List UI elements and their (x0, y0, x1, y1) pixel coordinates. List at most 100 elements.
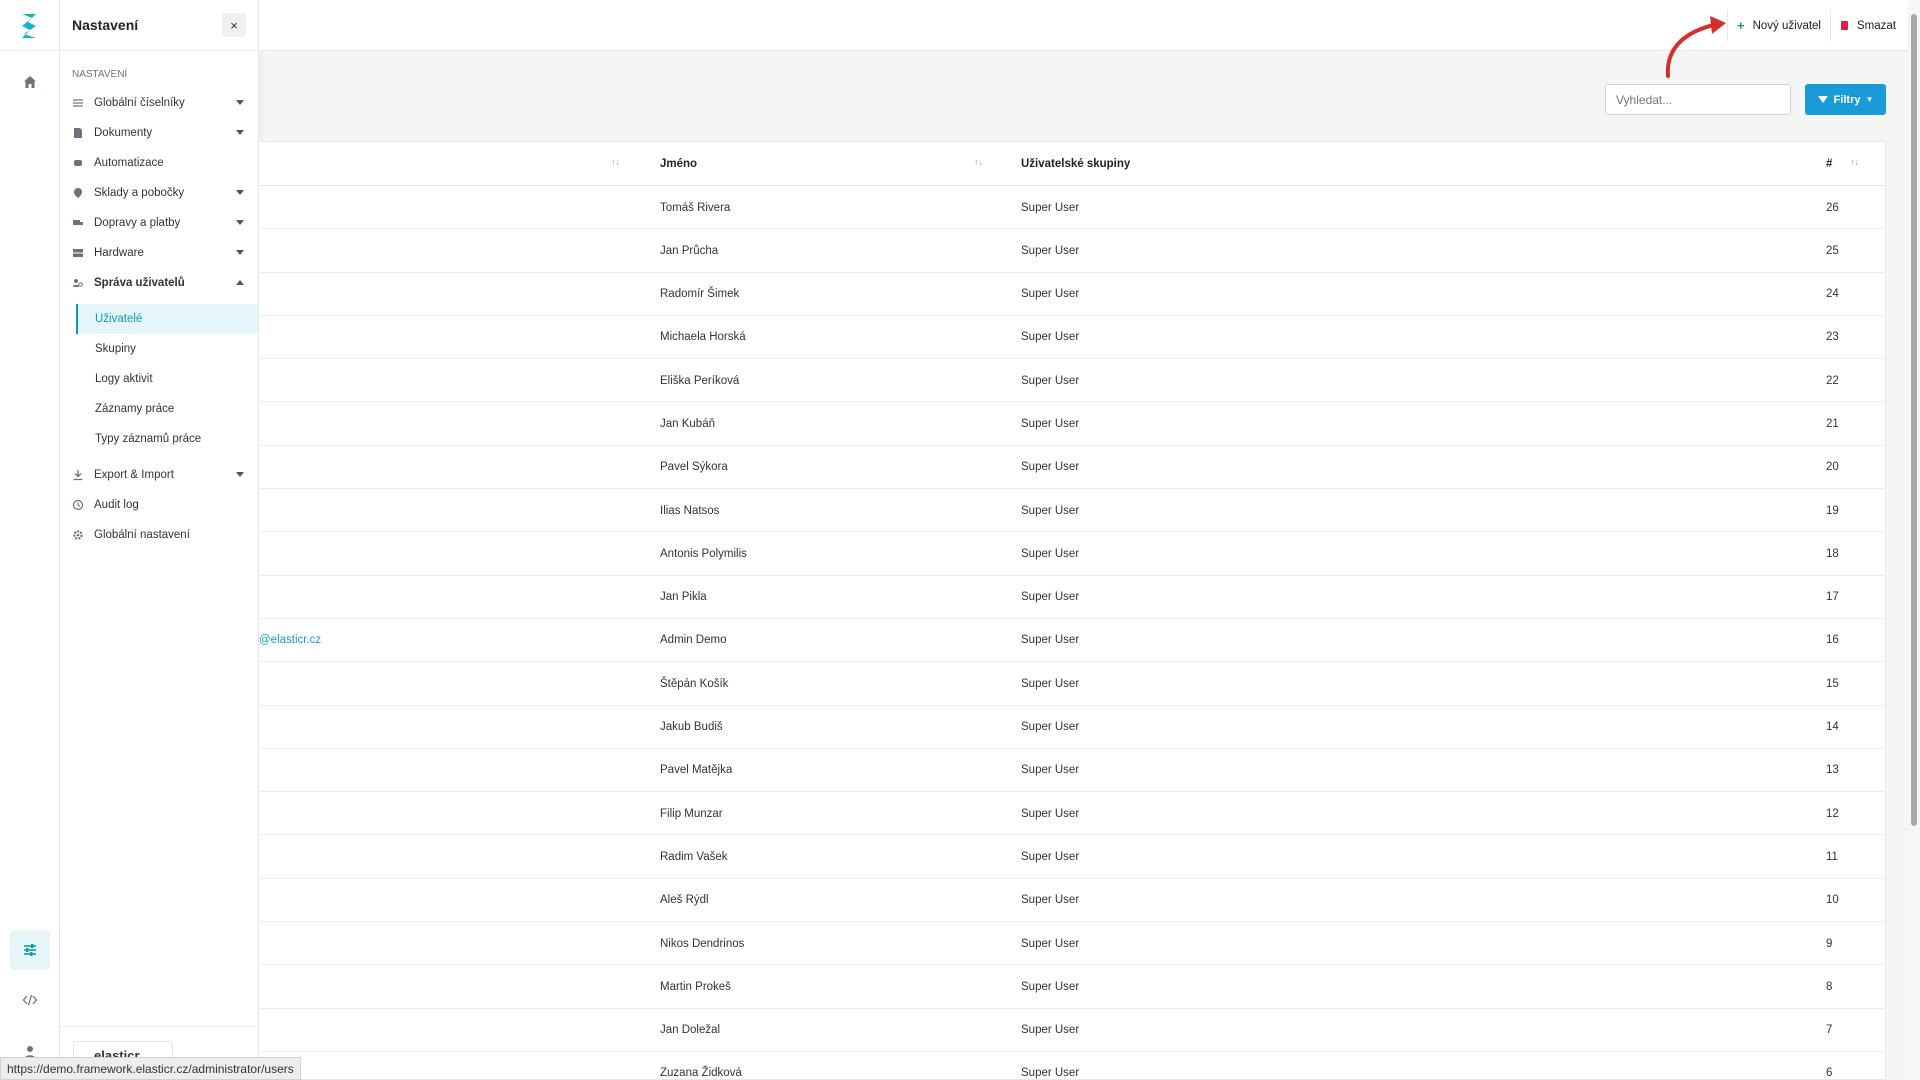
table-row[interactable]: Tomáš Rivera Super User 26 (259, 186, 1885, 230)
nav-item-global-codelists[interactable]: Globální číselníky (60, 88, 258, 118)
table-row[interactable]: Pavel Matějka Super User 13 (259, 749, 1885, 793)
table-row[interactable]: Jan Kubáň Super User 21 (259, 402, 1885, 446)
table-row[interactable]: @elasticr.cz Admin Demo Super User 16 (259, 619, 1885, 663)
home-icon[interactable] (10, 62, 50, 102)
table-row[interactable]: Radomír Šimek Super User 24 (259, 273, 1885, 316)
chevron-up-icon[interactable] (236, 280, 244, 285)
table-row[interactable]: Ilias Natsos Super User 19 (259, 489, 1885, 533)
table-row[interactable]: Jan Průcha Super User 25 (259, 229, 1885, 273)
table-row[interactable]: Eliška Períková Super User 22 (259, 359, 1885, 403)
nav-item-user-management[interactable]: Správa uživatelů (60, 268, 258, 298)
delete-button[interactable]: Smazat (1841, 0, 1896, 51)
history-icon (72, 499, 84, 511)
chevron-down-icon[interactable] (236, 472, 244, 477)
name-cell: Jan Průcha (660, 244, 719, 257)
table-row[interactable]: Radim Vašek Super User 11 (259, 835, 1885, 879)
search-input[interactable] (1605, 84, 1791, 115)
sub-item-work-records[interactable]: Záznamy práce (60, 394, 258, 424)
group-cell: Super User (1021, 807, 1080, 820)
table-row[interactable]: Michaela Horská Super User 23 (259, 316, 1885, 360)
filter-label: Filtry (1833, 93, 1861, 106)
elasticr-logo-icon[interactable] (20, 12, 38, 40)
sub-item-groups[interactable]: Skupiny (60, 334, 258, 364)
nav-item-label: Audit log (94, 499, 139, 511)
id-cell: 13 (1826, 764, 1839, 777)
name-cell: Jakub Budiš (660, 721, 723, 734)
group-cell: Super User (1021, 980, 1080, 993)
icon-rail (0, 0, 60, 1080)
nav-item-audit-log[interactable]: Audit log (60, 490, 258, 520)
id-cell: 19 (1826, 504, 1839, 517)
settings-sliders-icon[interactable] (10, 930, 50, 970)
filter-button[interactable]: Filtry ▼ (1805, 84, 1886, 115)
name-cell: Jan Pikla (660, 591, 707, 604)
sort-icon[interactable]: ↑↓ (974, 157, 983, 167)
table-row[interactable]: Jan Doležal Super User 7 (259, 1009, 1885, 1052)
group-cell: Super User (1021, 937, 1080, 950)
close-panel-button[interactable]: × (222, 13, 246, 37)
table-row[interactable]: Zuzana Židková Super User 6 (259, 1052, 1885, 1079)
sort-icon[interactable]: ↑↓ (1850, 157, 1859, 167)
nav-item-label: Export & Import (94, 469, 174, 481)
chevron-down-icon[interactable] (236, 190, 244, 195)
chevron-down-icon[interactable] (236, 220, 244, 225)
nav-item-hardware[interactable]: Hardware (60, 238, 258, 268)
table-row[interactable]: Jan Pikla Super User 17 (259, 576, 1885, 619)
panel-title: Nastavení (72, 17, 139, 33)
group-cell: Super User (1021, 721, 1080, 734)
name-cell: Jan Kubáň (660, 417, 715, 430)
name-cell: Pavel Sýkora (660, 461, 728, 474)
id-cell: 17 (1826, 591, 1839, 604)
group-cell: Super User (1021, 374, 1080, 387)
table-row[interactable]: Antonis Polymilis Super User 18 (259, 532, 1885, 576)
name-cell: Tomáš Rivera (660, 201, 731, 214)
section-label: NASTAVENÍ (72, 69, 128, 80)
sub-item-users[interactable]: Uživatelé (76, 304, 258, 334)
panel-header: Nastavení × (60, 0, 258, 51)
scrollbar-thumb[interactable] (1911, 14, 1917, 826)
name-cell: Pavel Matějka (660, 764, 733, 777)
nav-item-label: Automatizace (94, 157, 164, 169)
sub-item-activity-logs[interactable]: Logy aktivit (60, 364, 258, 394)
robot-icon (72, 157, 84, 169)
column-header-id[interactable]: # (1826, 142, 1832, 186)
nav-item-label: Globální číselníky (94, 97, 185, 109)
new-user-button[interactable]: + Nový uživatel (1737, 0, 1821, 51)
document-icon (72, 127, 84, 139)
nav-item-automation[interactable]: Automatizace (60, 148, 258, 178)
sort-icon[interactable]: ↑↓ (611, 157, 620, 167)
nav-item-warehouses[interactable]: Sklady a pobočky (60, 178, 258, 208)
page-scrollbar[interactable] (1908, 0, 1920, 1080)
nav-item-export-import[interactable]: Export & Import (60, 460, 258, 490)
trash-icon (1841, 21, 1848, 30)
sliders-icon (72, 97, 84, 109)
email-cell[interactable]: @elasticr.cz (259, 619, 321, 662)
name-cell: Eliška Períková (660, 374, 740, 387)
group-cell: Super User (1021, 504, 1080, 517)
table-row[interactable]: Pavel Sýkora Super User 20 (259, 446, 1885, 490)
table-row[interactable]: Štěpán Košík Super User 15 (259, 662, 1885, 706)
chevron-down-icon[interactable] (236, 250, 244, 255)
column-header-groups[interactable]: Uživatelské skupiny (1021, 142, 1130, 186)
chevron-down-icon[interactable] (236, 130, 244, 135)
sub-item-work-record-types[interactable]: Typy záznamů práce (60, 424, 258, 454)
nav-item-documents[interactable]: Dokumenty (60, 118, 258, 148)
group-cell: Super User (1021, 591, 1080, 604)
table-row[interactable]: Filip Munzar Super User 12 (259, 792, 1885, 836)
table-row[interactable]: Jakub Budiš Super User 14 (259, 706, 1885, 749)
download-icon (72, 469, 84, 481)
new-user-label: Nový uživatel (1752, 19, 1821, 32)
nav-item-shipping-payments[interactable]: Dopravy a platby (60, 208, 258, 238)
chevron-down-icon[interactable] (236, 100, 244, 105)
group-cell: Super User (1021, 547, 1080, 560)
column-header-name[interactable]: Jméno (660, 142, 697, 186)
table-row[interactable]: Aleš Rýdl Super User 10 (259, 879, 1885, 923)
nav-item-global-settings[interactable]: Globální nastavení (60, 520, 258, 550)
truck-icon (72, 217, 84, 229)
code-icon[interactable] (10, 980, 50, 1020)
table-row[interactable]: Martin Prokeš Super User 8 (259, 965, 1885, 1009)
id-cell: 20 (1826, 461, 1839, 474)
id-cell: 26 (1826, 201, 1839, 214)
id-cell: 21 (1826, 417, 1839, 430)
table-row[interactable]: Nikos Dendrinos Super User 9 (259, 922, 1885, 966)
